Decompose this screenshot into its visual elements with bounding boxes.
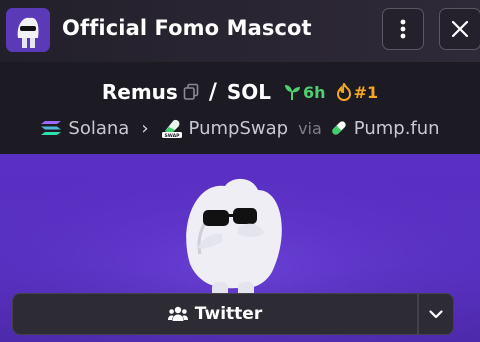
- launchpad-link[interactable]: Pump.fun: [354, 118, 440, 139]
- chain-link[interactable]: Solana: [68, 118, 129, 139]
- close-button[interactable]: [439, 8, 480, 50]
- via-label: via: [298, 118, 322, 138]
- svg-text:SWAP: SWAP: [164, 133, 180, 139]
- chevron-down-icon: [429, 309, 443, 318]
- more-options-button[interactable]: [382, 8, 424, 50]
- header-bar: Official Fomo Mascot: [0, 0, 480, 62]
- token-avatar: [6, 8, 50, 52]
- links-dropdown-button[interactable]: [418, 293, 454, 335]
- dex-link[interactable]: PumpSwap: [189, 118, 289, 139]
- route-row: Solana › SWAP PumpSwap via Pump.fun: [0, 114, 480, 142]
- twitter-button[interactable]: Twitter: [12, 293, 418, 335]
- pair-age-value: 6h: [303, 82, 326, 102]
- vertical-dots-icon: [400, 19, 406, 39]
- pill-icon: [330, 119, 348, 137]
- users-icon: [167, 306, 188, 321]
- breadcrumb-chevron-icon: ›: [141, 117, 149, 139]
- pair-age: 6h: [283, 83, 326, 102]
- sprout-icon: [285, 85, 301, 100]
- flame-icon: [336, 83, 351, 101]
- pair-row: Remus / SOL 6h #1: [0, 78, 480, 106]
- solana-icon: [40, 119, 62, 137]
- pair-separator: /: [208, 79, 217, 105]
- quote-token-symbol: SOL: [226, 80, 272, 104]
- copy-icon[interactable]: [183, 83, 199, 101]
- trending-rank-value: #1: [353, 82, 379, 102]
- close-icon: [451, 20, 469, 38]
- twitter-button-label: Twitter: [194, 304, 263, 324]
- trending-rank: #1: [336, 82, 379, 102]
- pumpswap-icon: SWAP: [161, 117, 183, 139]
- base-token-symbol: Remus: [101, 80, 178, 104]
- page-title: Official Fomo Mascot: [62, 16, 312, 40]
- pair-info: Remus / SOL 6h #1 Solana › SWAP PumpSwap…: [0, 62, 480, 154]
